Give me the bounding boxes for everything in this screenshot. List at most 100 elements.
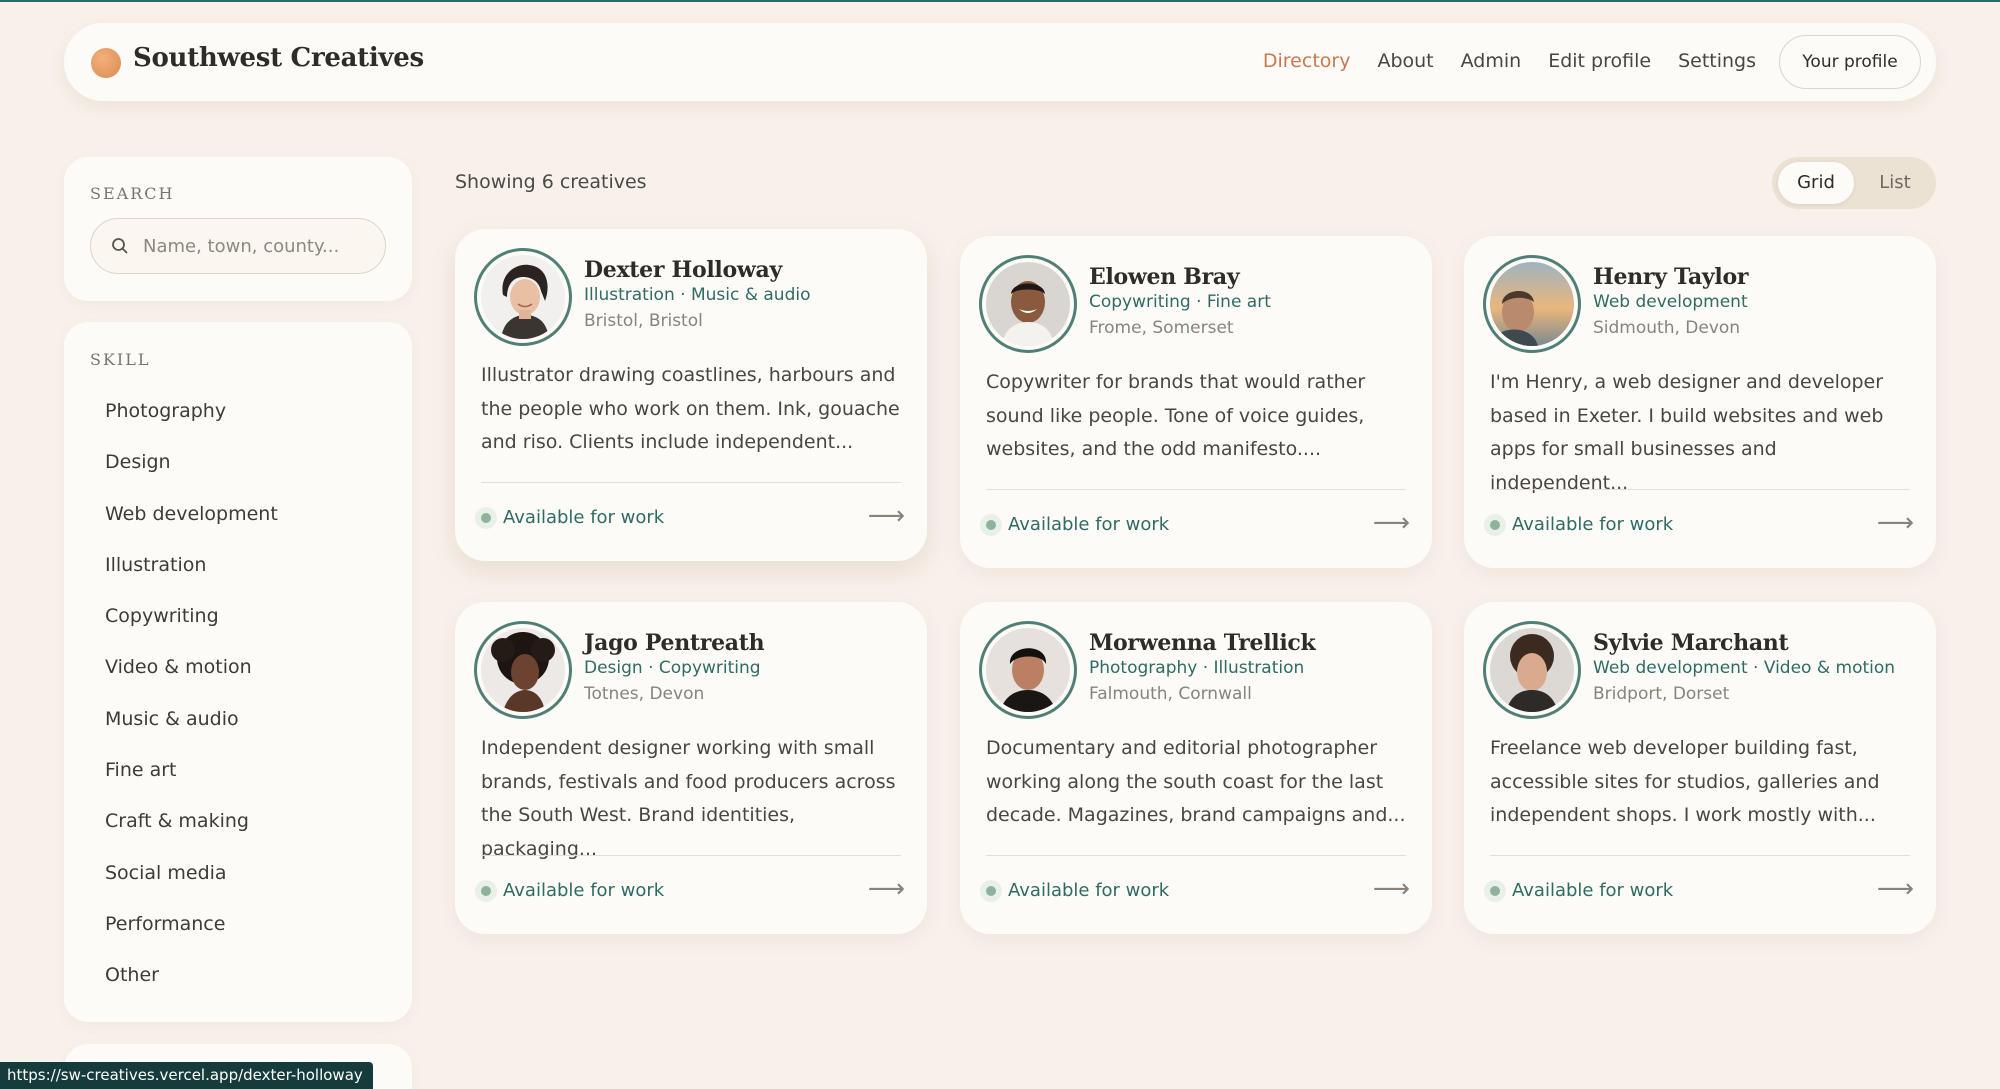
nav-admin[interactable]: Admin (1461, 50, 1522, 72)
creative-skills: Photography · Illustration (1089, 658, 1305, 678)
view-toggle: Grid List (1772, 157, 1936, 209)
availability-dot-icon (980, 880, 1002, 902)
creative-card[interactable]: Morwenna Trellick Photography · Illustra… (960, 602, 1432, 934)
availability-status: Available for work (1008, 514, 1170, 535)
search-input[interactable] (143, 231, 373, 261)
results-count: Showing 6 creatives (455, 171, 647, 193)
man-sunset-portrait-icon (1490, 262, 1574, 346)
creative-skills: Web development (1593, 292, 1748, 312)
creative-location: Sidmouth, Devon (1593, 318, 1741, 338)
skill-title: SKILL (90, 350, 151, 369)
your-profile-button[interactable]: Your profile (1779, 35, 1921, 89)
skill-item-social-media[interactable]: Social media (64, 848, 412, 899)
availability-status: Available for work (1008, 880, 1170, 901)
card-divider (986, 489, 1406, 490)
curly-hair-man-portrait-icon (1490, 628, 1574, 712)
creative-location: Bridport, Dorset (1593, 684, 1730, 704)
logo-icon (91, 48, 121, 78)
creative-location: Totnes, Devon (584, 684, 705, 704)
creative-skills: Web development · Video & motion (1593, 658, 1896, 678)
creative-location: Frome, Somerset (1089, 318, 1234, 338)
creative-location: Bristol, Bristol (584, 311, 703, 331)
nav-edit-profile[interactable]: Edit profile (1548, 50, 1651, 72)
avatar (979, 621, 1077, 719)
creative-bio: I'm Henry, a web designer and developer … (1490, 371, 1884, 494)
avatar (979, 255, 1077, 353)
creative-card[interactable]: Henry Taylor Web development Sidmouth, D… (1464, 236, 1936, 568)
woman-curly-hair-portrait-icon (481, 628, 565, 712)
skill-item-video-motion[interactable]: Video & motion (64, 642, 412, 693)
brand-name[interactable]: Southwest Creatives (133, 43, 424, 73)
creative-name: Sylvie Marchant (1593, 630, 1789, 656)
creative-card[interactable]: Dexter Holloway Illustration · Music & a… (455, 229, 927, 561)
card-divider (1490, 489, 1910, 490)
skill-list: Photography Design Web development Illus… (64, 386, 412, 1002)
skill-item-illustration[interactable]: Illustration (64, 540, 412, 591)
woman-smiling-portrait-icon (481, 255, 565, 339)
main-nav: Directory About Admin Edit profile Setti… (1263, 50, 1756, 72)
availability-dot-icon (1484, 880, 1506, 902)
arrow-right-icon[interactable]: ⟶ (868, 874, 905, 904)
skill-item-music-audio[interactable]: Music & audio (64, 694, 412, 745)
availability-status: Available for work (1512, 514, 1674, 535)
creative-bio: Copywriter for brands that would rather … (986, 371, 1366, 460)
availability-dot-icon (1484, 514, 1506, 536)
skill-item-photography[interactable]: Photography (64, 386, 412, 437)
availability-status: Available for work (503, 880, 665, 901)
avatar (474, 248, 572, 346)
avatar (474, 621, 572, 719)
arrow-right-icon[interactable]: ⟶ (1877, 874, 1914, 904)
nav-settings[interactable]: Settings (1678, 50, 1756, 72)
creative-skills: Design · Copywriting (584, 658, 761, 678)
creative-bio: Independent designer working with small … (481, 737, 896, 860)
creative-bio: Freelance web developer building fast, a… (1490, 737, 1880, 826)
man-smiling-portrait-icon (986, 262, 1070, 346)
status-bar-url: https://sw-creatives.vercel.app/dexter-h… (0, 1062, 373, 1089)
arrow-right-icon[interactable]: ⟶ (1877, 508, 1914, 538)
creative-skills: Copywriting · Fine art (1089, 292, 1271, 312)
nav-directory[interactable]: Directory (1263, 50, 1351, 72)
skill-filter-panel: SKILL Photography Design Web development… (64, 322, 412, 1022)
card-divider (1490, 855, 1910, 856)
search-box[interactable] (90, 218, 386, 274)
creative-card[interactable]: Sylvie Marchant Web development · Video … (1464, 602, 1936, 934)
availability-dot-icon (475, 880, 497, 902)
grid-view-button[interactable]: Grid (1778, 162, 1854, 204)
creative-card[interactable]: Elowen Bray Copywriting · Fine art Frome… (960, 236, 1432, 568)
creative-name: Henry Taylor (1593, 264, 1749, 290)
nav-about[interactable]: About (1377, 50, 1433, 72)
card-divider (481, 855, 901, 856)
top-accent-line (0, 0, 2000, 2)
creative-name: Elowen Bray (1089, 264, 1240, 290)
search-icon (112, 238, 128, 254)
list-view-button[interactable]: List (1860, 162, 1930, 204)
skill-item-design[interactable]: Design (64, 437, 412, 488)
skill-item-other[interactable]: Other (64, 950, 412, 1001)
arrow-right-icon[interactable]: ⟶ (1373, 508, 1410, 538)
skill-item-copywriting[interactable]: Copywriting (64, 591, 412, 642)
availability-dot-icon (980, 514, 1002, 536)
skill-item-web-development[interactable]: Web development (64, 489, 412, 540)
creative-name: Jago Pentreath (584, 630, 765, 656)
creative-card[interactable]: Jago Pentreath Design · Copywriting Totn… (455, 602, 927, 934)
search-panel: SEARCH (64, 157, 412, 301)
skill-item-fine-art[interactable]: Fine art (64, 745, 412, 796)
card-divider (986, 855, 1406, 856)
search-title: SEARCH (90, 184, 175, 203)
site-header: Southwest Creatives Directory About Admi… (64, 23, 1936, 101)
creative-name: Dexter Holloway (584, 257, 782, 283)
skill-item-craft-making[interactable]: Craft & making (64, 796, 412, 847)
arrow-right-icon[interactable]: ⟶ (1373, 874, 1410, 904)
card-divider (481, 482, 901, 483)
creative-bio: Illustrator drawing coastlines, harbours… (481, 364, 900, 453)
availability-status: Available for work (1512, 880, 1674, 901)
creative-name: Morwenna Trellick (1089, 630, 1316, 656)
young-man-portrait-icon (986, 628, 1070, 712)
skill-item-performance[interactable]: Performance (64, 899, 412, 950)
creative-bio: Documentary and editorial photographer w… (986, 737, 1406, 826)
availability-dot-icon (475, 507, 497, 529)
arrow-right-icon[interactable]: ⟶ (868, 501, 905, 531)
creative-location: Falmouth, Cornwall (1089, 684, 1252, 704)
creative-skills: Illustration · Music & audio (584, 285, 811, 305)
avatar (1483, 255, 1581, 353)
